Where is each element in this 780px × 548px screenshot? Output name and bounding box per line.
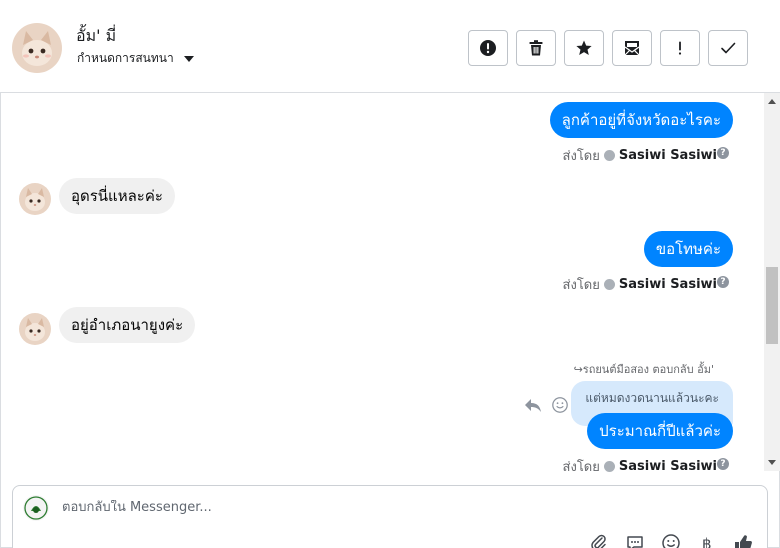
chat-bubble-icon	[627, 536, 643, 548]
payment-button[interactable]: ฿	[696, 532, 718, 548]
incoming-message[interactable]: อยู่อำเภอนายูงค่ะ	[59, 307, 196, 343]
message-hover-actions	[523, 395, 569, 415]
scroll-up-arrow-icon[interactable]	[768, 99, 776, 104]
sender-name[interactable]: Sasiwi Sasiwi	[619, 459, 717, 473]
mark-unread-button[interactable]	[612, 30, 652, 66]
question-icon[interactable]: ?	[717, 276, 729, 288]
page-logo	[23, 495, 49, 521]
check-icon	[721, 42, 736, 54]
message-thread: ลูกค้าอยู่ที่จังหวัดอะไรคะ ส่งโดย Sasiwi…	[0, 93, 764, 473]
mark-done-button[interactable]	[708, 30, 748, 66]
conversation-settings-label: กำหนดการสนทนา	[77, 51, 174, 65]
outgoing-message[interactable]: ลูกค้าอยู่ที่จังหวัดอะไรคะ	[549, 102, 733, 138]
scroll-down-arrow-icon[interactable]	[768, 460, 776, 465]
reply-icon[interactable]	[523, 395, 543, 415]
question-icon[interactable]: ?	[717, 458, 729, 470]
sent-by-line: ส่งโดย Sasiwi Sasiwi	[563, 145, 717, 166]
exclamation-icon	[678, 41, 682, 55]
verified-icon	[603, 150, 615, 161]
outgoing-message[interactable]: ขอโทษค่ะ	[643, 231, 733, 267]
verified-icon	[603, 461, 615, 472]
like-button[interactable]	[732, 532, 754, 548]
scroll-thumb[interactable]	[766, 267, 778, 344]
question-icon[interactable]: ?	[717, 147, 729, 159]
incoming-message[interactable]: อุดรนี่แหละค่ะ	[59, 178, 175, 214]
message-scrollbar[interactable]	[764, 93, 780, 471]
delete-button[interactable]	[516, 30, 556, 66]
verified-icon	[603, 279, 615, 290]
trash-icon	[529, 40, 543, 56]
sent-by-label: ส่งโดย	[562, 149, 600, 164]
reply-arrow-icon: ↪	[573, 363, 583, 376]
conversation-actions	[468, 30, 748, 66]
sent-by-line: ส่งโดย Sasiwi Sasiwi	[563, 456, 717, 473]
conversation-header: อั้ม' มี่ กำหนดการสนทนา	[0, 0, 780, 93]
sender-name[interactable]: Sasiwi Sasiwi	[619, 277, 717, 292]
conversation-settings-dropdown[interactable]: กำหนดการสนทนา	[77, 49, 194, 68]
attach-button[interactable]	[588, 532, 610, 548]
contact-avatar[interactable]	[12, 23, 62, 73]
paperclip-icon	[591, 534, 606, 548]
contact-avatar-small[interactable]	[19, 183, 51, 215]
sender-name[interactable]: Sasiwi Sasiwi	[619, 148, 717, 163]
composer-toolbar: ฿	[588, 532, 754, 548]
sent-by-line: ส่งโดย Sasiwi Sasiwi	[563, 274, 717, 295]
saved-replies-button[interactable]	[624, 532, 646, 548]
contact-avatar-small[interactable]	[19, 313, 51, 345]
sent-by-label: ส่งโดย	[562, 278, 600, 293]
chevron-down-icon	[183, 55, 194, 62]
reply-composer: ฿	[12, 485, 768, 548]
message-input[interactable]	[62, 500, 662, 515]
sent-by-label: ส่งโดย	[562, 460, 600, 473]
smiley-icon	[662, 534, 680, 548]
star-button[interactable]	[564, 30, 604, 66]
emoji-reaction-icon[interactable]	[551, 396, 569, 414]
envelope-open-icon	[624, 41, 640, 56]
exclamation-circle-icon	[480, 40, 496, 56]
outgoing-message[interactable]: ประมาณกี่ปีแล้วค่ะ	[587, 413, 733, 449]
thumbs-up-icon	[735, 535, 752, 548]
reply-meta: ↪รถยนต์มือสอง ตอบกลับ อั้ม'	[574, 360, 714, 378]
reply-meta-text: รถยนต์มือสอง ตอบกลับ อั้ม'	[582, 363, 714, 376]
emoji-button[interactable]	[660, 532, 682, 548]
svg-text:฿: ฿	[702, 535, 712, 548]
contact-name[interactable]: อั้ม' มี่	[76, 24, 116, 49]
star-icon	[576, 40, 592, 55]
baht-icon: ฿	[702, 535, 712, 548]
mark-spam-button[interactable]	[468, 30, 508, 66]
flag-button[interactable]	[660, 30, 700, 66]
